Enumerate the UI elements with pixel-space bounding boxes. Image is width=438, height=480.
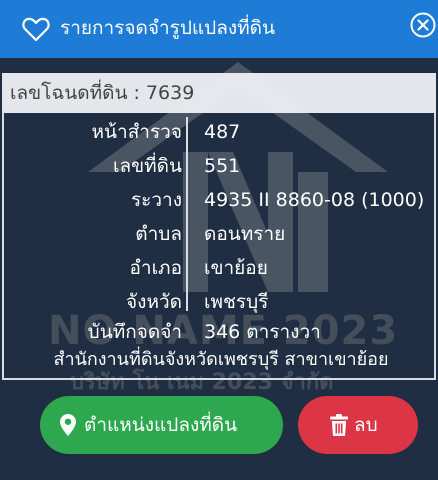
field-label: ตำบล (135, 223, 182, 245)
field-value: เขาย้อย (204, 257, 268, 279)
close-icon[interactable] (409, 11, 437, 39)
land-office-name: สำนักงานที่ดินจังหวัดเพชรบุรี สาขาเขาย้อ… (53, 349, 389, 370)
field-row-land-number: เลขที่ดิน 551 (4, 149, 438, 183)
delete-button[interactable]: ลบ (298, 396, 418, 454)
locate-parcel-label: ตำแหน่งแปลงที่ดิน (84, 414, 238, 436)
dialog-title: รายการจดจำรูปแปลงที่ดิน (60, 17, 276, 39)
parcel-info-table: หน้าสำรวจ 487 เลขที่ดิน 551 ระวาง 4935 I… (2, 113, 436, 380)
field-label: หน้าสำรวจ (91, 121, 182, 143)
field-value: 487 (204, 121, 241, 143)
field-label: บันทึกจดจำ (87, 321, 182, 343)
field-value: 4935 II 8860-08 (1000) (204, 189, 425, 211)
deed-number-label: เลขโฉนดที่ดิน : 7639 (10, 82, 195, 104)
field-label: จังหวัด (126, 291, 182, 313)
field-label: อำเภอ (129, 257, 182, 279)
field-row-map-sheet: ระวาง 4935 II 8860-08 (1000) (4, 183, 438, 217)
heart-outline-icon[interactable] (22, 16, 50, 42)
field-row-district: อำเภอ เขาย้อย (4, 251, 438, 285)
field-label: ระวาง (130, 189, 182, 211)
deed-number-bar: เลขโฉนดที่ดิน : 7639 (2, 73, 436, 113)
field-row-survey-page: หน้าสำรวจ 487 (4, 115, 438, 149)
delete-label: ลบ (354, 414, 378, 436)
field-row-subdistrict: ตำบล ดอนทราย (4, 217, 438, 251)
trash-icon (330, 414, 348, 436)
field-value: 551 (204, 155, 241, 177)
field-row-province: จังหวัด เพชรบุรี (4, 285, 438, 319)
field-label: เลขที่ดิน (113, 155, 182, 177)
field-value: 346 ตารางวา (204, 321, 321, 343)
locate-parcel-button[interactable]: ตำแหน่งแปลงที่ดิน (40, 396, 283, 454)
field-value: เพชรบุรี (204, 291, 269, 313)
map-pin-icon (60, 414, 76, 436)
dialog-header: รายการจดจำรูปแปลงที่ดิน (0, 0, 438, 58)
field-value: ดอนทราย (204, 223, 286, 245)
field-row-saved-area: บันทึกจดจำ 346 ตารางวา (4, 315, 438, 349)
